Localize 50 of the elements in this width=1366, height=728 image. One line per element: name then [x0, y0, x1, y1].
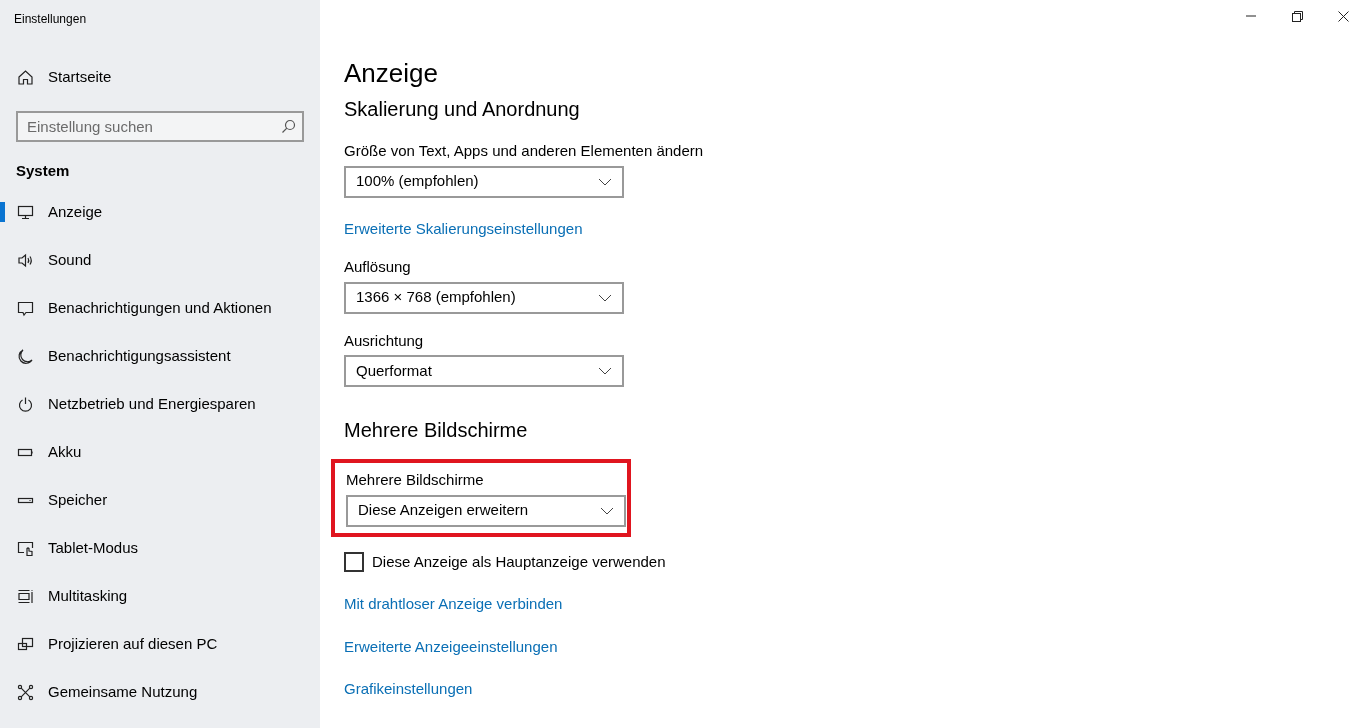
- sidebar-item[interactable]: Netzbetrieb und Energiesparen: [0, 380, 320, 428]
- chevron-down-icon: [598, 177, 612, 186]
- monitor-icon: [17, 203, 34, 221]
- dropdown[interactable]: Querformat: [344, 355, 624, 387]
- field-label: Mehrere Bildschirme: [346, 470, 485, 490]
- window-stack-icon: [17, 587, 34, 605]
- projector-icon: [17, 635, 34, 653]
- link[interactable]: Mit drahtloser Anzeige verbinden: [344, 593, 563, 616]
- close-icon: [1337, 10, 1349, 22]
- field-label: Auflösung: [344, 257, 412, 277]
- link[interactable]: Erweiterte Skalierungseinstellungen: [344, 217, 583, 240]
- section-heading: System: [15, 161, 71, 181]
- link[interactable]: Grafikeinstellungen: [344, 678, 473, 701]
- sidebar-item[interactable]: Tablet-Modus: [0, 524, 320, 572]
- restore-icon: [1291, 10, 1303, 22]
- checkbox[interactable]: [344, 551, 364, 572]
- section-heading: Skalierung und Anordnung: [344, 97, 581, 122]
- chevron-down-icon: [600, 506, 614, 515]
- sidebar-item[interactable]: Multitasking: [0, 572, 320, 620]
- sidebar-item[interactable]: Sound: [0, 236, 320, 284]
- dropdown[interactable]: 1366 × 768 (empfohlen): [344, 281, 624, 314]
- speaker-icon: [17, 251, 34, 269]
- speech-bubble-icon: [17, 299, 34, 317]
- search-icon: [281, 119, 296, 134]
- minimize-icon: [1246, 15, 1256, 17]
- chevron-down-icon: [598, 293, 612, 302]
- section-heading: Mehrere Bildschirme: [344, 418, 529, 443]
- sidebar-item[interactable]: Speicher: [0, 476, 320, 524]
- page-title: Anzeige: [344, 60, 439, 86]
- checkbox-label: Diese Anzeige als Hauptanzeige verwenden: [372, 551, 666, 572]
- field-label: Ausrichtung: [344, 330, 425, 351]
- link[interactable]: Erweiterte Anzeigeeinstellungen: [344, 635, 558, 658]
- sidebar-item[interactable]: Benachrichtigungen und Aktionen: [0, 284, 320, 332]
- window-title: Einstellungen: [13, 11, 88, 28]
- sidebar-item[interactable]: Gemeinsame Nutzung: [0, 668, 320, 716]
- sidebar-item[interactable]: Benachrichtigungsassistent: [0, 332, 320, 380]
- field-label: Größe von Text, Apps und anderen Elementen ändern: [344, 141, 705, 161]
- search-field[interactable]: Einstellung suchen: [16, 111, 304, 142]
- sidebar-item[interactable]: Akku: [0, 428, 320, 476]
- dropdown[interactable]: Diese Anzeigen erweitern: [346, 494, 626, 527]
- home-icon: [17, 68, 34, 86]
- chevron-down-icon: [598, 367, 612, 375]
- home-link[interactable]: Startseite: [0, 40, 320, 92]
- dropdown[interactable]: 100% (empfohlen): [344, 165, 624, 198]
- moon-icon: [17, 347, 34, 365]
- sidebar-item[interactable]: Anzeige: [0, 188, 320, 236]
- share-icon: [17, 683, 34, 701]
- tablet-icon: [17, 539, 34, 557]
- power-icon: [17, 395, 34, 413]
- sidebar-item[interactable]: Projizieren auf diesen PC: [0, 620, 320, 668]
